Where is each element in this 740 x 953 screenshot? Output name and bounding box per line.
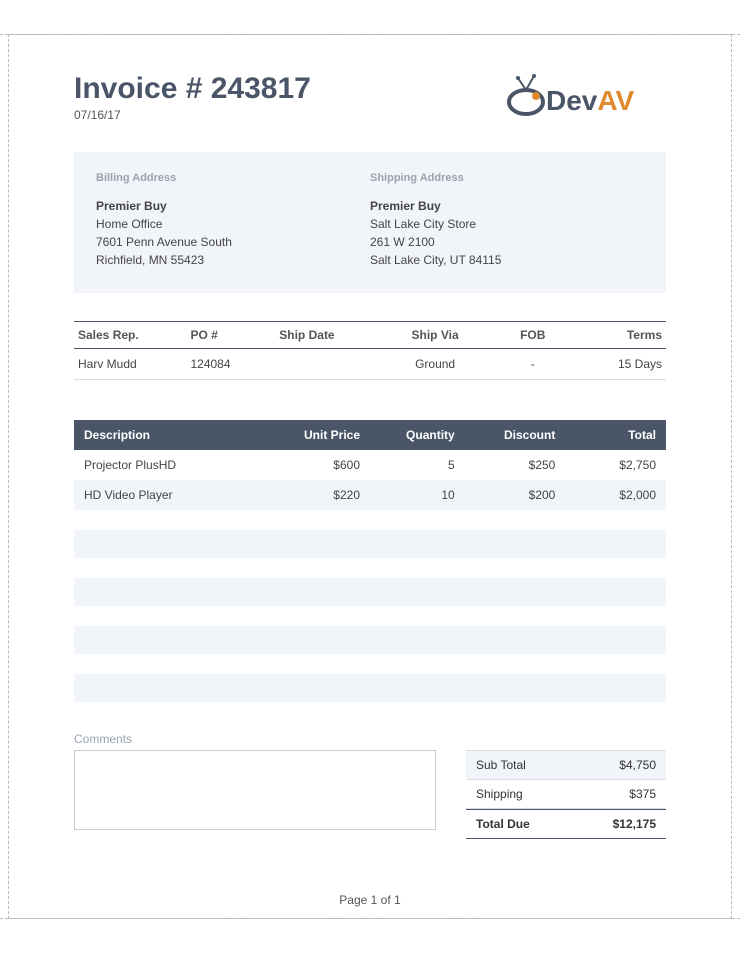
billing-line: Home Office [96,215,370,233]
comments-label: Comments [74,732,436,746]
address-block: Billing Address Premier Buy Home Office … [74,152,666,293]
shipping-line: Salt Lake City, UT 84115 [370,251,644,269]
page-footer: Page 1 of 1 [0,893,740,907]
items-header-description: Description [74,420,275,450]
total-due-label: Total Due [476,817,530,831]
item-total: $2,750 [565,450,666,480]
svg-text:DevAV: DevAV [546,85,635,116]
item-quantity: 5 [370,450,465,480]
meta-row: Harv Mudd 124084 Ground - 15 Days [74,348,666,379]
invoice-title: Invoice # 243817 [74,72,311,106]
item-total: $2,000 [565,480,666,510]
items-row: Projector PlusHD $600 5 $250 $2,750 [74,450,666,480]
shipping-value: $375 [629,787,656,801]
meta-ship-date [275,348,382,379]
items-header-discount: Discount [465,420,566,450]
items-header-quantity: Quantity [370,420,465,450]
meta-header-ship-date: Ship Date [275,321,382,348]
meta-header-po: PO # [186,321,275,348]
shipping-line: Salt Lake City Store [370,215,644,233]
billing-line: 7601 Penn Avenue South [96,233,370,251]
subtotal-label: Sub Total [476,758,526,772]
billing-company: Premier Buy [96,197,370,215]
totals: Sub Total $4,750 Shipping $375 Total Due… [466,750,666,839]
meta-ship-via: Ground [382,348,489,379]
shipping-address: Shipping Address Premier Buy Salt Lake C… [370,170,644,269]
billing-label: Billing Address [96,170,370,187]
items-header-total: Total [565,420,666,450]
brand-logo: DevAV [506,72,666,118]
items-header-unit-price: Unit Price [275,420,370,450]
items-table: Description Unit Price Quantity Discount… [74,420,666,510]
meta-fob: - [488,348,577,379]
items-row: HD Video Player $220 10 $200 $2,000 [74,480,666,510]
shipping-label: Shipping Address [370,170,644,187]
meta-table: Sales Rep. PO # Ship Date Ship Via FOB T… [74,321,666,380]
billing-address: Billing Address Premier Buy Home Office … [96,170,370,269]
item-quantity: 10 [370,480,465,510]
item-unit-price: $220 [275,480,370,510]
item-description: HD Video Player [74,480,275,510]
billing-line: Richfield, MN 55423 [96,251,370,269]
meta-po: 124084 [186,348,275,379]
item-discount: $200 [465,480,566,510]
meta-header-fob: FOB [488,321,577,348]
invoice-date: 07/16/17 [74,108,311,122]
shipping-label: Shipping [476,787,523,801]
meta-sales-rep: Harv Mudd [74,348,186,379]
shipping-company: Premier Buy [370,197,644,215]
empty-rows [74,530,666,702]
item-description: Projector PlusHD [74,450,275,480]
meta-header-terms: Terms [577,321,666,348]
comments-box[interactable] [74,750,436,830]
shipping-line: 261 W 2100 [370,233,644,251]
subtotal-value: $4,750 [619,758,656,772]
item-unit-price: $600 [275,450,370,480]
total-due-value: $12,175 [613,817,656,831]
meta-terms: 15 Days [577,348,666,379]
meta-header-sales-rep: Sales Rep. [74,321,186,348]
meta-header-ship-via: Ship Via [382,321,489,348]
item-discount: $250 [465,450,566,480]
